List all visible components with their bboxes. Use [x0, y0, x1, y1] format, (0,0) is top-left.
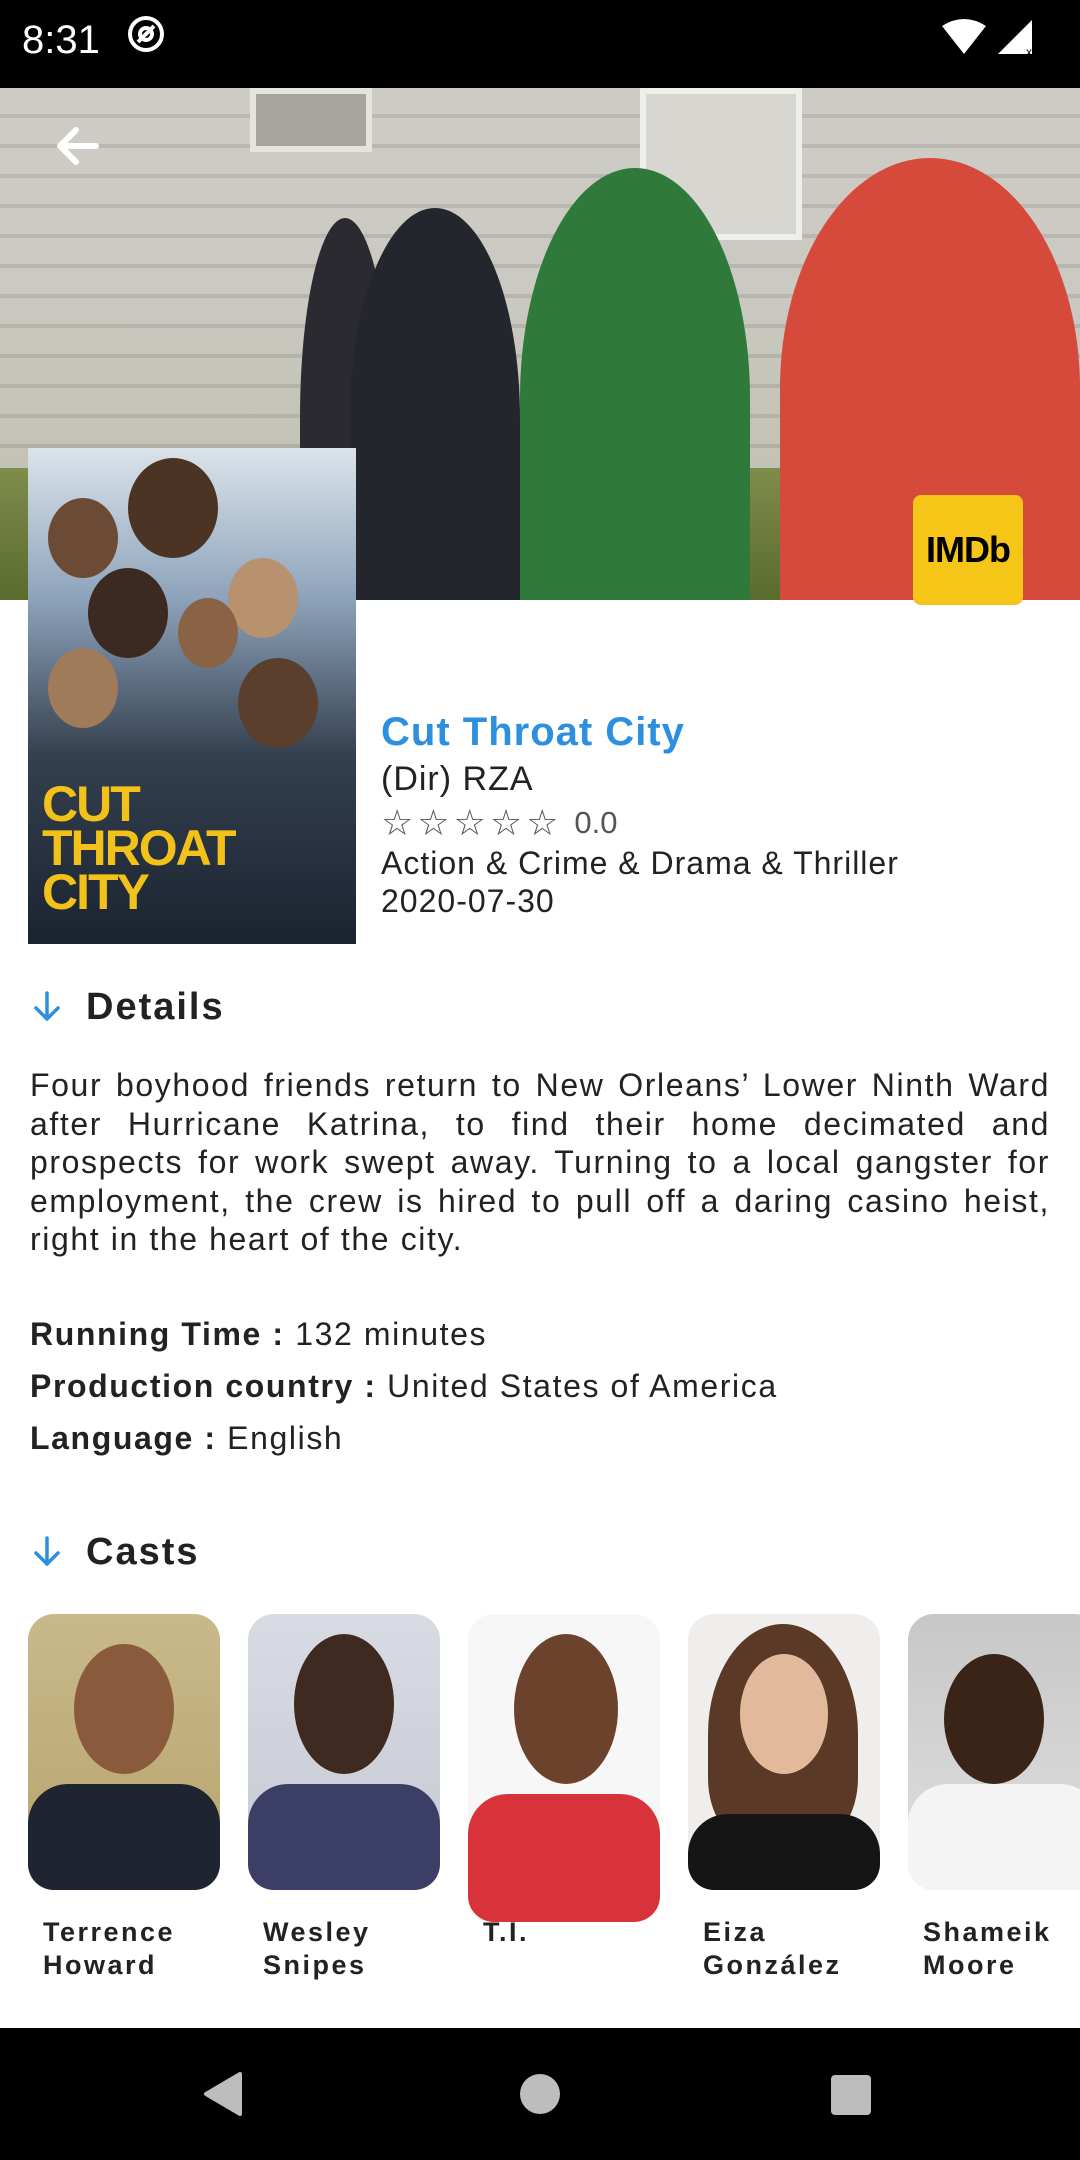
- cast-name: Terrence Howard: [43, 1917, 176, 1980]
- details-toggle[interactable]: Details: [30, 982, 225, 1032]
- country-label: Production country :: [30, 1368, 377, 1404]
- running-time-label: Running Time :: [30, 1316, 285, 1352]
- star-outline-icon: ☆: [381, 802, 414, 843]
- casts-toggle[interactable]: Casts: [30, 1527, 200, 1577]
- notification-at-icon: [128, 16, 164, 52]
- nav-home-icon[interactable]: [518, 2072, 562, 2116]
- language-value: English: [227, 1420, 344, 1456]
- cast-item[interactable]: Shameik Moore: [908, 1614, 1080, 1982]
- cast-name: Wesley Snipes: [263, 1917, 371, 1980]
- cast-item[interactable]: T.I.: [468, 1614, 660, 1949]
- arrow-down-icon: [34, 991, 60, 1021]
- language-row: Language : English: [30, 1420, 343, 1457]
- status-icons: x: [942, 19, 1032, 58]
- star-outline-icon: ☆: [417, 802, 450, 843]
- cast-photo: [908, 1614, 1080, 1890]
- cast-name: Shameik Moore: [923, 1917, 1052, 1980]
- back-arrow-icon[interactable]: [48, 116, 108, 176]
- star-outline-icon: ☆: [526, 802, 559, 843]
- status-bar: 8:31 x: [0, 0, 1080, 88]
- arrow-down-icon: [34, 1536, 60, 1566]
- system-nav-bar: [0, 2028, 1080, 2160]
- svg-text:x: x: [1026, 45, 1032, 58]
- cast-item[interactable]: Wesley Snipes: [248, 1614, 440, 1982]
- cast-item[interactable]: Terrence Howard: [28, 1614, 220, 1982]
- language-label: Language :: [30, 1420, 217, 1456]
- country-value: United States of America: [387, 1368, 778, 1404]
- overview-text: Four boyhood friends return to New Orlea…: [30, 1067, 1050, 1257]
- details-heading: Details: [86, 985, 225, 1028]
- casts-heading: Casts: [86, 1530, 200, 1573]
- star-outline-icon: ☆: [453, 802, 486, 843]
- status-time: 8:31: [22, 18, 100, 62]
- cast-item[interactable]: Eiza González: [688, 1614, 880, 1982]
- nav-back-icon[interactable]: [200, 2070, 246, 2118]
- cast-photo: [248, 1614, 440, 1890]
- release-date: 2020-07-30: [381, 883, 555, 919]
- cast-name: Eiza González: [703, 1917, 842, 1980]
- poster-title: CUT THROAT CITY: [42, 776, 237, 920]
- cast-photo: [28, 1614, 220, 1890]
- running-time-value: 132 minutes: [295, 1316, 488, 1352]
- imdb-button[interactable]: IMDb: [913, 495, 1023, 605]
- cast-photo: [688, 1614, 880, 1890]
- movie-poster: CUT THROAT CITY: [28, 448, 356, 944]
- rating-row: ☆ ☆ ☆ ☆ ☆ 0.0: [381, 803, 618, 843]
- wifi-icon: [942, 19, 986, 54]
- signal-icon: x: [998, 20, 1032, 58]
- nav-recents-icon[interactable]: [830, 2074, 872, 2116]
- country-row: Production country : United States of Am…: [30, 1368, 778, 1405]
- director: (Dir) RZA: [381, 760, 534, 798]
- movie-title: Cut Throat City: [381, 710, 685, 754]
- genres: Action & Crime & Drama & Thriller: [381, 845, 899, 881]
- rating-value: 0.0: [574, 805, 618, 840]
- cast-photo: [468, 1614, 660, 1922]
- star-outline-icon: ☆: [489, 802, 523, 843]
- running-time-row: Running Time : 132 minutes: [30, 1316, 487, 1353]
